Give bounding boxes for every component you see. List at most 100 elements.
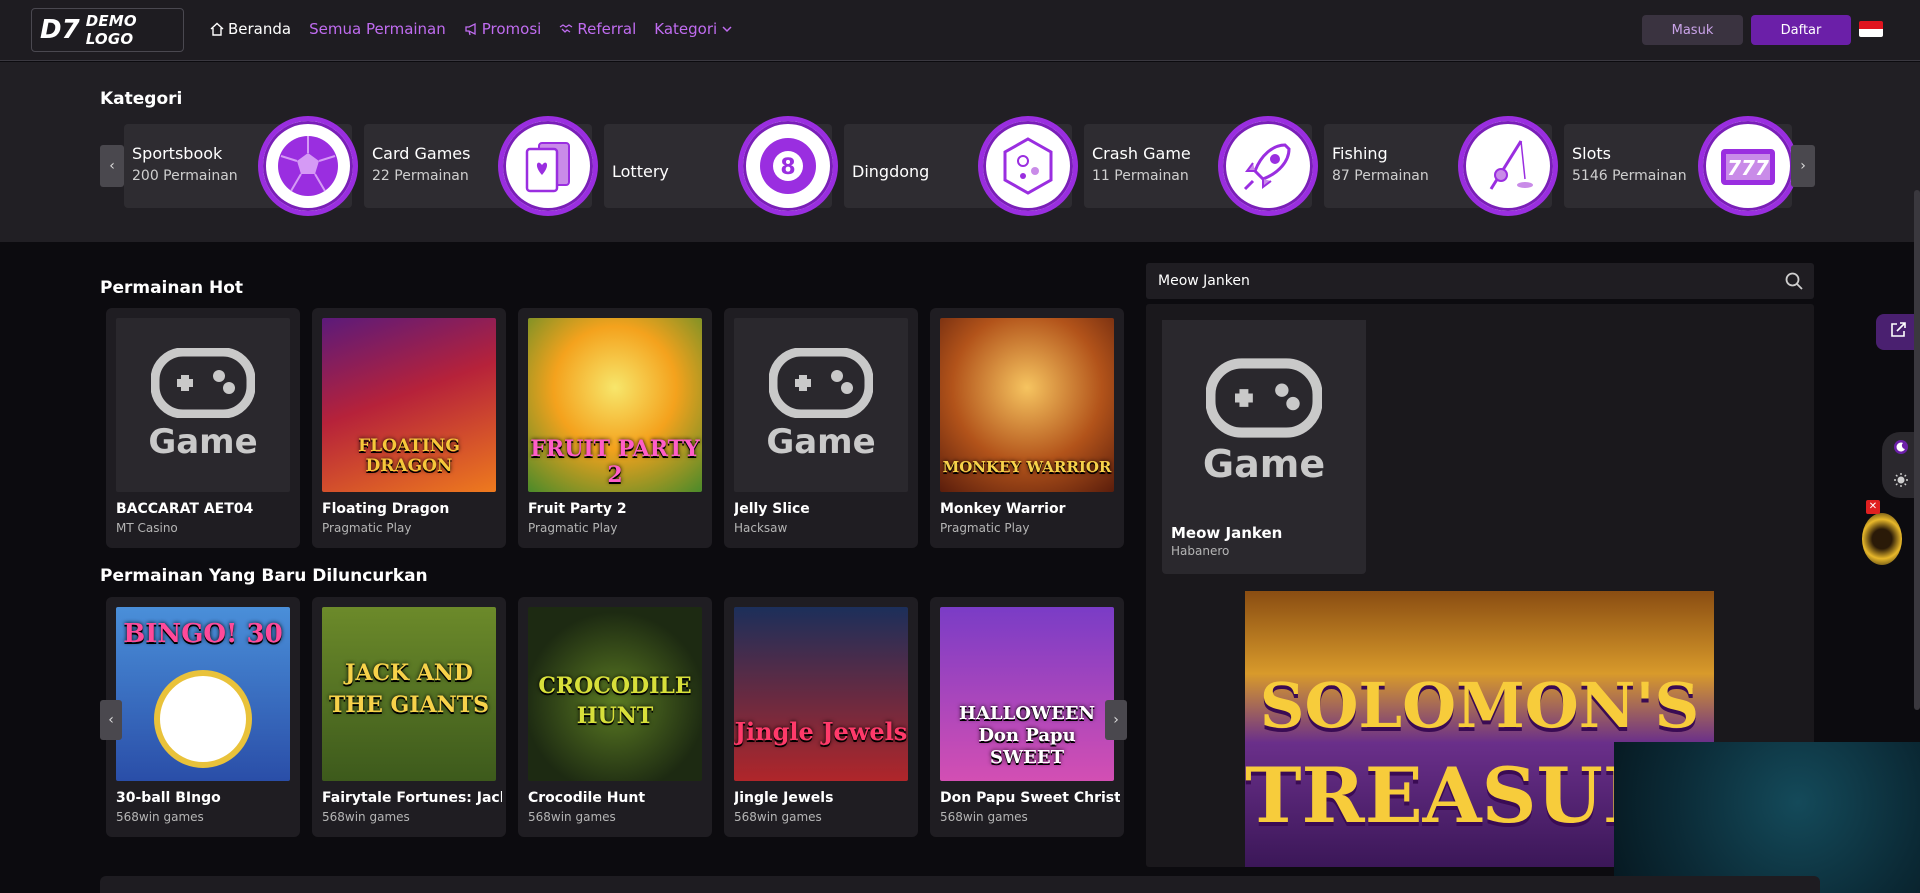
game-card-jingle-jewels[interactable]: Jingle Jewels Jingle Jewels 568win games <box>724 597 918 837</box>
page-scrollbar[interactable] <box>1914 190 1920 710</box>
category-prev-button[interactable]: ‹ <box>100 145 124 187</box>
game-provider: 568win games <box>116 810 204 824</box>
category-card-lottery[interactable]: Lottery 8 <box>604 116 838 216</box>
game-thumbnail: FRUIT PARTY 2 <box>528 318 702 492</box>
game-provider: Pragmatic Play <box>940 521 1030 535</box>
category-name: Lottery <box>612 162 669 181</box>
megaphone-icon <box>464 22 478 36</box>
slot-machine-icon: 777 <box>1698 116 1798 216</box>
game-art-text: CROCODILE HUNT <box>538 673 692 729</box>
register-button[interactable]: Daftar <box>1751 15 1851 45</box>
game-card-30-ball-bingo[interactable]: BINGO! 30 30-ball BIngo 568win games <box>106 597 300 837</box>
game-card-floating-dragon[interactable]: FLOATING DRAGON Floating Dragon Pragmati… <box>312 308 506 548</box>
sun-icon[interactable] <box>1893 472 1909 492</box>
nav-promotions[interactable]: Promosi <box>464 20 542 38</box>
home-icon <box>210 22 224 36</box>
footer-strip <box>100 876 1820 893</box>
game-title: 30-ball BIngo <box>116 790 221 806</box>
lottery-drum-icon <box>978 116 1078 216</box>
game-placeholder-label: Game <box>766 422 876 462</box>
game-card-jelly-slice[interactable]: Game Jelly Slice Hacksaw <box>724 308 918 548</box>
category-count: 200 Permainan <box>132 168 238 184</box>
result-title: Meow Janken <box>1171 524 1283 542</box>
search-icon[interactable] <box>1784 271 1804 295</box>
category-card-crash-game[interactable]: Crash Game 11 Permainan <box>1084 116 1318 216</box>
close-icon[interactable]: ✕ <box>1866 500 1880 514</box>
game-title: Monkey Warrior <box>940 501 1066 517</box>
game-provider: Pragmatic Play <box>528 521 618 535</box>
game-thumbnail: Jingle Jewels <box>734 607 908 781</box>
category-count: 5146 Permainan <box>1572 168 1687 184</box>
svg-text:8: 8 <box>780 155 795 180</box>
category-name: Crash Game <box>1092 144 1191 163</box>
game-title: Jingle Jewels <box>734 790 834 806</box>
nav-referral[interactable]: Referral <box>559 20 636 38</box>
game-card-baccarat[interactable]: Game BACCARAT AET04 MT Casino <box>106 308 300 548</box>
category-card-dingdong[interactable]: Dingdong <box>844 116 1078 216</box>
fishing-rod-icon <box>1458 116 1558 216</box>
game-thumbnail: CROCODILE HUNT <box>528 607 702 781</box>
external-link-icon <box>1888 320 1908 344</box>
category-count: 87 Permainan <box>1332 168 1429 184</box>
site-logo[interactable]: D7 DEMO LOGO <box>31 8 184 52</box>
game-art-text: FRUIT PARTY 2 <box>530 436 700 488</box>
nav-home-label: Beranda <box>228 20 292 38</box>
game-art-text: FLOATING DRAGON <box>358 436 460 476</box>
game-placeholder-thumbnail: Game <box>116 318 290 492</box>
game-thumbnail: HALLOWEEN Don Papu SWEET <box>940 607 1114 781</box>
game-thumbnail: BINGO! 30 <box>116 607 290 781</box>
new-games-next-button[interactable]: › <box>1105 700 1127 740</box>
category-card-fishing[interactable]: Fishing 87 Permainan <box>1324 116 1558 216</box>
game-thumbnail: JACK AND THE GIANTS <box>322 607 496 781</box>
game-card-fairytale-fortunes[interactable]: JACK AND THE GIANTS Fairytale Fortunes: … <box>312 597 506 837</box>
game-card-crocodile-hunt[interactable]: CROCODILE HUNT Crocodile Hunt 568win gam… <box>518 597 712 837</box>
nav-all-games[interactable]: Semua Permainan <box>309 20 446 38</box>
nav-all-games-label: Semua Permainan <box>309 20 446 38</box>
login-button[interactable]: Masuk <box>1642 15 1743 45</box>
search-input[interactable] <box>1158 271 1758 291</box>
game-art-text: HALLOWEEN Don Papu SWEET <box>958 703 1096 768</box>
nav-home[interactable]: Beranda <box>210 20 291 38</box>
nav-referral-label: Referral <box>577 20 637 38</box>
soccer-ball-icon <box>258 116 358 216</box>
game-provider: Hacksaw <box>734 521 788 535</box>
nav-promotions-label: Promosi <box>481 20 542 38</box>
rocket-icon <box>1218 116 1318 216</box>
game-provider: 568win games <box>940 810 1028 824</box>
game-card-don-papu[interactable]: HALLOWEEN Don Papu SWEET Don Papu Sweet … <box>930 597 1124 837</box>
search-result-meow-janken[interactable]: Game Meow Janken Habanero <box>1162 320 1366 574</box>
game-art-text: BINGO! 30 <box>123 619 283 649</box>
category-name: Slots <box>1572 144 1611 163</box>
game-search-box <box>1146 263 1814 299</box>
game-title: Fruit Party 2 <box>528 501 627 517</box>
game-art-text: Jingle Jewels <box>734 717 908 746</box>
game-thumbnail: FLOATING DRAGON <box>322 318 496 492</box>
category-card-sportsbook[interactable]: Sportsbook 200 Permainan <box>124 116 358 216</box>
top-header: D7 DEMO LOGO Beranda Semua Permainan Pro… <box>0 0 1920 61</box>
nav-category-dropdown[interactable]: Kategori <box>654 20 733 38</box>
floating-promo-coin[interactable] <box>1862 513 1902 565</box>
game-title: Fairytale Fortunes: Jack and the Giants <box>322 790 502 806</box>
game-art-text: JACK AND THE GIANTS <box>328 660 490 718</box>
category-card-slots[interactable]: Slots 5146 Permainan 777 <box>1564 116 1798 216</box>
svg-text:777: 777 <box>1727 156 1769 180</box>
chevron-down-icon <box>721 23 733 35</box>
floating-video-overlay[interactable] <box>1614 742 1920 893</box>
main-nav: Beranda Semua Permainan Promosi Referral… <box>210 20 733 38</box>
game-thumbnail: MONKEY WARRIOR <box>940 318 1114 492</box>
category-card-card-games[interactable]: Card Games 22 Permainan <box>364 116 598 216</box>
game-title: Jelly Slice <box>734 501 810 517</box>
game-title: Floating Dragon <box>322 501 450 517</box>
category-next-button[interactable]: › <box>1791 145 1815 187</box>
game-placeholder-label: Game <box>1202 442 1326 486</box>
category-name: Card Games <box>372 144 471 163</box>
game-card-monkey-warrior[interactable]: MONKEY WARRIOR Monkey Warrior Pragmatic … <box>930 308 1124 548</box>
category-name: Fishing <box>1332 144 1388 163</box>
indonesia-flag-icon[interactable] <box>1859 21 1883 37</box>
category-title: Kategori <box>100 89 183 109</box>
moon-icon[interactable] <box>1893 439 1909 459</box>
new-games-prev-button[interactable]: ‹ <box>100 700 122 740</box>
game-provider: MT Casino <box>116 521 178 535</box>
nav-category-label: Kategori <box>654 20 718 38</box>
game-card-fruit-party-2[interactable]: FRUIT PARTY 2 Fruit Party 2 Pragmatic Pl… <box>518 308 712 548</box>
